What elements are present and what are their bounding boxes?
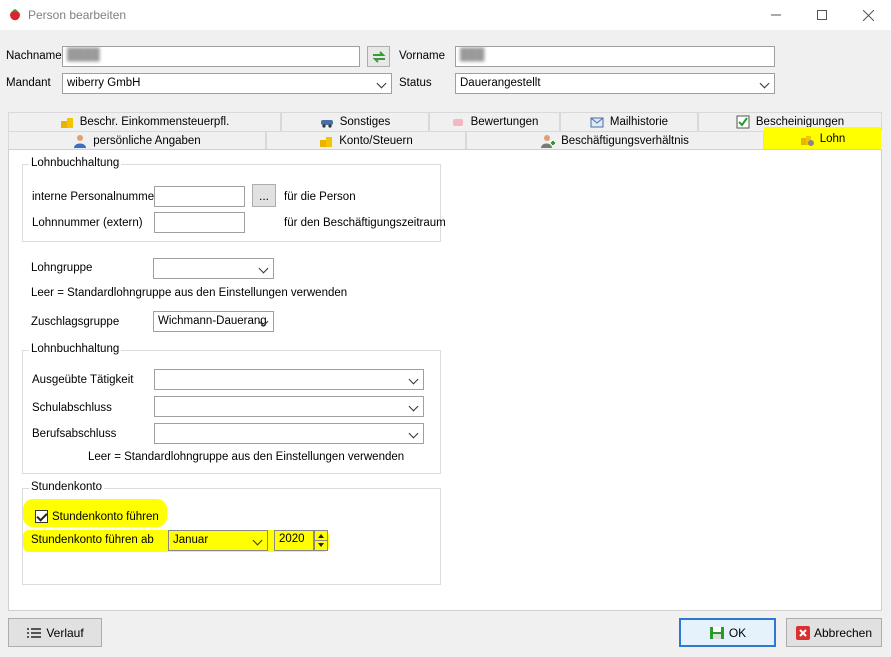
cancel-icon [795, 625, 810, 640]
stundenkonto-checkbox[interactable] [35, 510, 48, 523]
mandant-value: wiberry GmbH [67, 77, 141, 89]
eraser-icon [452, 119, 463, 126]
verlauf-button[interactable]: Verlauf [8, 618, 102, 647]
person-icon [74, 135, 87, 148]
strawberry-icon [10, 9, 20, 21]
group-title: Stundenkonto [29, 481, 104, 493]
chevron-down-icon [258, 263, 269, 274]
vorname-label: Vorname [399, 50, 446, 62]
nachname-label: Nachname [6, 50, 62, 62]
tab-label: Bewertungen [470, 116, 539, 128]
group-title: Lohnbuchhaltung [29, 343, 122, 355]
nachname-input[interactable]: ████ [62, 46, 360, 67]
personalnummer-label: interne Personalnummer [32, 191, 158, 203]
window-title: Person bearbeiten [28, 8, 127, 22]
close-icon[interactable] [845, 0, 891, 30]
year-value: 2020 [279, 533, 305, 545]
tab-panel-lohn: Lohnbuchhaltung interne Personalnummer .… [8, 149, 882, 611]
group-title: Lohnbuchhaltung [29, 157, 122, 169]
year-input[interactable]: 2020 [274, 530, 314, 551]
chevron-down-icon [408, 401, 419, 412]
month-value: Januar [173, 534, 209, 546]
mandant-label: Mandant [6, 77, 51, 89]
blurred-value: ███ [460, 49, 485, 61]
stundenkonto-checkbox-label: Stundenkonto führen [52, 510, 159, 523]
swap-icon [372, 50, 385, 63]
tab-konto-steuern[interactable]: Konto/Steuern [266, 131, 466, 150]
taetigkeit-select[interactable] [154, 369, 424, 390]
berufsabschluss-select[interactable] [154, 423, 424, 444]
schulabschluss-select[interactable] [154, 396, 424, 417]
blurred-value: ████ [67, 49, 100, 61]
tab-bewertungen[interactable]: Bewertungen [429, 112, 560, 131]
swap-names-button[interactable] [367, 46, 390, 67]
group-lohnbuchhaltung-1: Lohnbuchhaltung interne Personalnummer .… [22, 157, 446, 242]
abschluss-hint: Leer = Standardlohngruppe aus den Einste… [88, 451, 405, 463]
lohngruppe-select[interactable] [153, 258, 274, 279]
month-select[interactable]: Januar [168, 530, 268, 551]
ok-label: OK [728, 625, 747, 640]
tab-label: Konto/Steuern [339, 135, 413, 147]
lohngruppe-label: Lohngruppe [31, 262, 93, 274]
lohnnummer-label: Lohnnummer (extern) [32, 217, 143, 229]
checklist-icon [736, 115, 750, 129]
mail-icon [590, 117, 604, 128]
status-value: Dauerangestellt [460, 77, 541, 89]
list-icon [27, 627, 42, 638]
coins-icon [60, 118, 73, 128]
tab-persoenliche-angaben[interactable]: persönliche Angaben [8, 131, 266, 150]
tab-beschaeftigungsverhaeltnis[interactable]: Beschäftigungsverhältnis [466, 131, 764, 150]
tab-label: Mailhistorie [609, 116, 669, 128]
title-bar: Person bearbeiten [0, 0, 891, 30]
stundenkonto-ab-label: Stundenkonto führen ab [31, 534, 154, 546]
personalnummer-hint: für die Person [284, 191, 356, 203]
status-label: Status [399, 77, 432, 89]
status-select[interactable]: Dauerangestellt [455, 73, 775, 94]
maximize-icon[interactable] [799, 0, 845, 30]
mandant-select[interactable]: wiberry GmbH [62, 73, 392, 94]
chevron-down-icon [376, 78, 387, 89]
tab-mailhistorie[interactable]: Mailhistorie [560, 112, 698, 131]
group-lohnbuchhaltung-2: Lohnbuchhaltung Ausgeübte Tätigkeit Schu… [22, 343, 441, 474]
verlauf-label: Verlauf [46, 625, 84, 640]
tab-sonstiges[interactable]: Sonstiges [281, 112, 429, 131]
lohnnummer-hint: für den Beschäftigungszeitraum [284, 217, 446, 229]
tab-label: Beschäftigungsverhältnis [561, 135, 689, 147]
coins-icon [320, 137, 333, 147]
chevron-down-icon [408, 428, 419, 439]
lohngruppe-hint: Leer = Standardlohngruppe aus den Einste… [31, 287, 348, 299]
tab-lohn[interactable]: Lohn [764, 127, 881, 150]
chevron-down-icon [759, 78, 770, 89]
zuschlagsgruppe-value: Wichmann-Dauerang [158, 315, 267, 327]
stundenkonto-checkbox-row[interactable]: Stundenkonto führen [35, 510, 159, 523]
abbrechen-button[interactable]: Abbrechen [786, 618, 882, 647]
year-spinner[interactable] [314, 530, 328, 551]
taetigkeit-label: Ausgeübte Tätigkeit [32, 374, 134, 386]
car-icon [320, 120, 333, 128]
tab-label: Sonstiges [339, 116, 391, 128]
abbrechen-label: Abbrechen [813, 625, 873, 640]
spinner-arrows-icon [315, 534, 327, 547]
ok-button[interactable]: OK [679, 618, 776, 647]
zuschlagsgruppe-select[interactable]: Wichmann-Dauerang [153, 311, 274, 332]
minimize-icon[interactable] [753, 0, 799, 30]
personalnummer-input[interactable] [154, 186, 245, 207]
person-add-icon [541, 135, 556, 148]
vorname-input[interactable]: ███ [455, 46, 775, 67]
tab-label: Lohn [819, 133, 846, 145]
zuschlagsgruppe-label: Zuschlagsgruppe [31, 316, 120, 328]
berufsabschluss-label: Berufsabschluss [32, 428, 117, 440]
coins-gear-icon [800, 136, 814, 146]
schulabschluss-label: Schulabschluss [32, 402, 112, 414]
tab-label: persönliche Angaben [93, 135, 201, 147]
chevron-down-icon [408, 374, 419, 385]
personalnummer-browse-button[interactable]: ... [252, 184, 276, 207]
tab-label: Beschr. Einkommensteuerpfl. [79, 116, 230, 128]
group-stundenkonto: Stundenkonto Stundenkonto führen Stunden… [22, 481, 441, 585]
lohnnummer-input[interactable] [154, 212, 245, 233]
tab-einkommensteuer[interactable]: Beschr. Einkommensteuerpfl. [8, 112, 281, 131]
chevron-down-icon [252, 535, 263, 546]
save-icon [709, 626, 724, 639]
